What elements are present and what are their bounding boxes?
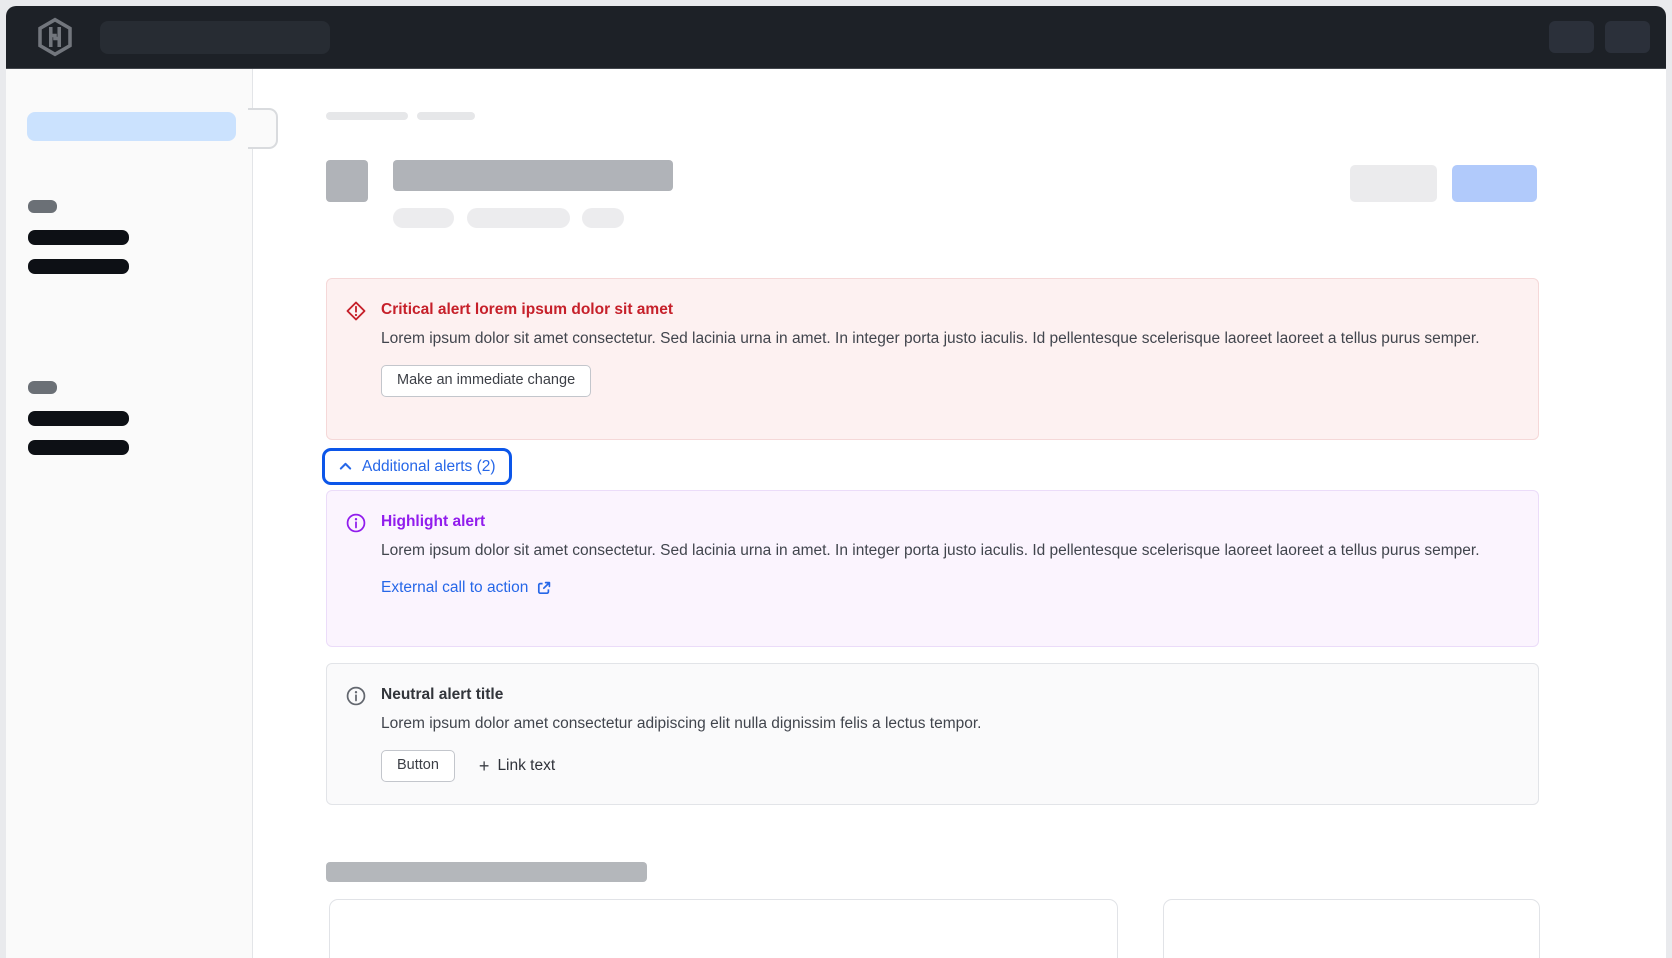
external-call-to-action-link[interactable]: External call to action — [381, 579, 552, 597]
page-meta-badge — [393, 208, 454, 228]
page-icon-placeholder — [326, 160, 368, 202]
main-content: Critical alert lorem ipsum dolor sit ame… — [253, 69, 1666, 958]
alert-content: Highlight alert Lorem ipsum dolor sit am… — [381, 510, 1480, 646]
hashicorp-logo — [36, 17, 74, 57]
alert-description: Lorem ipsum dolor amet consectetur adipi… — [381, 712, 981, 735]
alert-actions: Button + Link text — [381, 750, 981, 782]
top-navbar — [6, 6, 1666, 69]
header-secondary-button[interactable] — [1350, 165, 1437, 202]
alert-title: Highlight alert — [381, 510, 1480, 534]
toggle-label: Additional alerts (2) — [362, 458, 496, 476]
additional-alerts-toggle[interactable]: Additional alerts (2) — [322, 448, 512, 485]
sidebar-section-label — [28, 200, 57, 213]
link-label: Link text — [497, 757, 555, 775]
app-window: Critical alert lorem ipsum dolor sit ame… — [6, 6, 1666, 958]
sidebar — [6, 69, 253, 958]
sidebar-collapse-handle[interactable] — [248, 108, 278, 149]
section-heading-placeholder — [326, 862, 647, 882]
info-circle-icon — [345, 510, 367, 646]
alert-diamond-icon — [345, 298, 367, 439]
breadcrumb-item[interactable] — [326, 112, 408, 120]
critical-alert: Critical alert lorem ipsum dolor sit ame… — [326, 278, 1539, 440]
content-card — [1163, 899, 1540, 958]
navbar-actions — [1549, 21, 1650, 53]
sidebar-active-item[interactable] — [27, 112, 236, 141]
add-link[interactable]: + Link text — [479, 757, 555, 775]
desktop-background: Critical alert lorem ipsum dolor sit ame… — [0, 0, 1672, 958]
alert-title: Critical alert lorem ipsum dolor sit ame… — [381, 298, 1480, 322]
chevron-up-icon — [338, 459, 353, 474]
search-input[interactable] — [100, 21, 330, 54]
alert-title: Neutral alert title — [381, 683, 981, 707]
neutral-alert-button[interactable]: Button — [381, 750, 455, 782]
page-meta-badge — [467, 208, 570, 228]
sidebar-link[interactable] — [28, 230, 129, 245]
critical-alert-action-button[interactable]: Make an immediate change — [381, 365, 591, 397]
page-meta-badge — [582, 208, 624, 228]
neutral-alert: Neutral alert title Lorem ipsum dolor am… — [326, 663, 1539, 805]
sidebar-link[interactable] — [28, 440, 129, 455]
alert-description: Lorem ipsum dolor sit amet consectetur. … — [381, 539, 1480, 562]
sidebar-link[interactable] — [28, 259, 129, 274]
plus-icon: + — [479, 758, 490, 774]
alert-description: Lorem ipsum dolor sit amet consectetur. … — [381, 327, 1480, 350]
highlight-alert: Highlight alert Lorem ipsum dolor sit am… — [326, 490, 1539, 647]
alert-content: Neutral alert title Lorem ipsum dolor am… — [381, 683, 981, 804]
header-primary-button[interactable] — [1452, 165, 1537, 202]
page-title-placeholder — [393, 160, 673, 191]
external-link-icon — [536, 580, 552, 596]
content-card — [329, 899, 1118, 958]
info-circle-icon — [345, 683, 367, 804]
app-body: Critical alert lorem ipsum dolor sit ame… — [6, 69, 1666, 958]
sidebar-section-label — [28, 381, 57, 394]
sidebar-link[interactable] — [28, 411, 129, 426]
link-label: External call to action — [381, 579, 528, 597]
navbar-user-menu-button[interactable] — [1605, 21, 1650, 53]
breadcrumb-item[interactable] — [417, 112, 475, 120]
navbar-help-button[interactable] — [1549, 21, 1594, 53]
alert-content: Critical alert lorem ipsum dolor sit ame… — [381, 298, 1480, 439]
